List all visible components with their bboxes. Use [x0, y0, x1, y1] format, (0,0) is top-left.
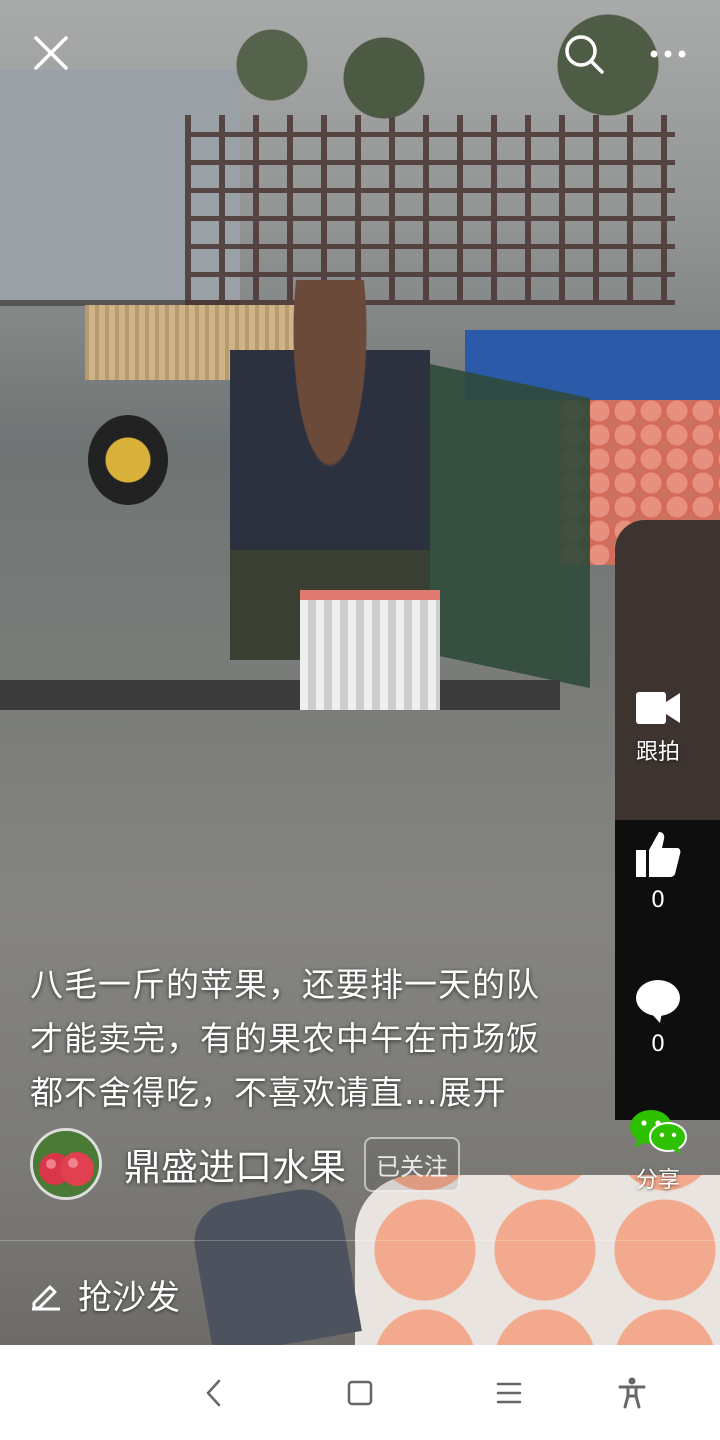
- close-icon[interactable]: [28, 30, 74, 76]
- follow-status-badge[interactable]: 已关注: [364, 1136, 460, 1192]
- comment-input[interactable]: 抢沙发: [30, 1270, 180, 1319]
- tractor-wheel: [88, 415, 168, 505]
- caption-line-3: 都不舍得吃，不喜欢请直...展开: [30, 1073, 507, 1112]
- follow-shoot-label: 跟拍: [635, 740, 680, 765]
- like-count: 0: [651, 888, 665, 913]
- metal-racks: [185, 115, 675, 305]
- video-camera-icon: [636, 692, 680, 724]
- pencil-icon: [32, 1285, 60, 1310]
- cart-side: [420, 361, 590, 689]
- comment-count: 0: [651, 1032, 665, 1057]
- wechat-icon: [630, 1110, 687, 1154]
- menu-icon[interactable]: [485, 1369, 533, 1417]
- caption-line-1: 八毛一斤的苹果，还要排一天的队: [30, 965, 540, 1004]
- caption-line-2: 才能卖完，有的果农中午在市场饭: [30, 1019, 540, 1058]
- thumbs-up-icon: [636, 832, 681, 877]
- like-button[interactable]: 0: [610, 830, 706, 913]
- author-row: 鼎盛进口水果 已关注: [30, 1126, 460, 1202]
- home-icon[interactable]: [336, 1369, 384, 1417]
- more-icon[interactable]: [644, 36, 692, 72]
- top-bar: [0, 0, 720, 110]
- share-label: 分享: [635, 1168, 680, 1193]
- avatar[interactable]: [30, 1128, 102, 1200]
- share-button[interactable]: 分享: [610, 1108, 706, 1194]
- comment-bubble-icon: [636, 980, 680, 1023]
- author-name[interactable]: 鼎盛进口水果: [124, 1137, 346, 1191]
- leg-bottom: [188, 1183, 362, 1345]
- follow-shoot-button[interactable]: 跟拍: [610, 688, 706, 766]
- video-caption[interactable]: 八毛一斤的苹果，还要排一天的队 才能卖完，有的果农中午在市场饭 都不舍得吃，不喜…: [30, 958, 590, 1120]
- accessibility-icon[interactable]: [608, 1369, 656, 1417]
- crate: [300, 590, 440, 710]
- back-icon[interactable]: [190, 1369, 238, 1417]
- search-icon[interactable]: [560, 30, 608, 78]
- comment-button[interactable]: 0: [610, 978, 706, 1057]
- comment-placeholder: 抢沙发: [78, 1278, 180, 1318]
- divider: [0, 1240, 720, 1241]
- system-navbar: [0, 1345, 720, 1440]
